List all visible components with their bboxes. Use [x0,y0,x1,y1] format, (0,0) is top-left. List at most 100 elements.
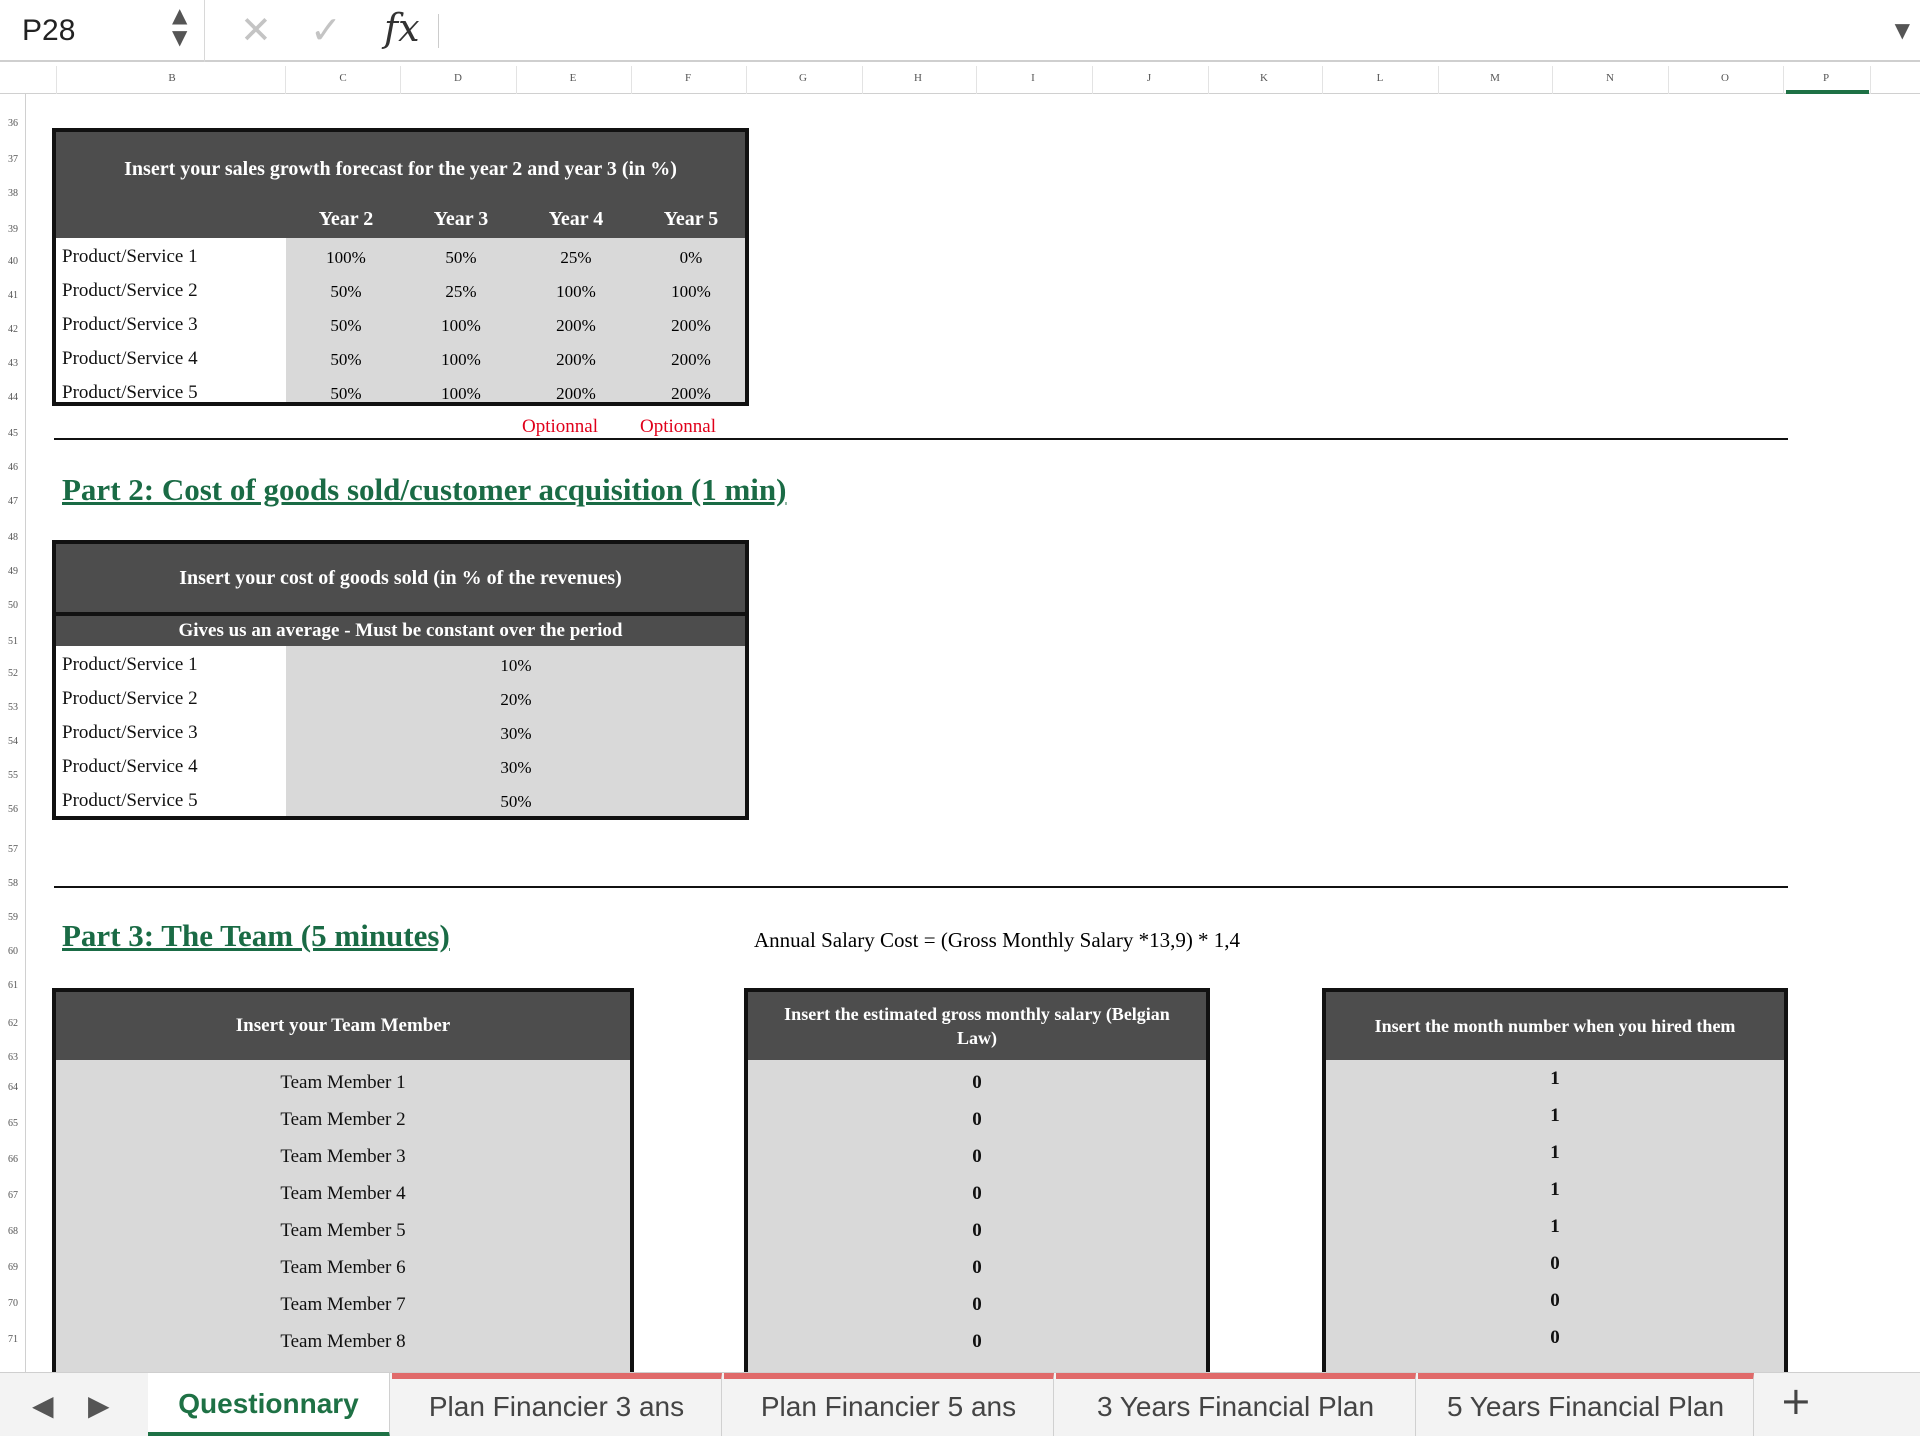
cell-reference[interactable]: P28 [22,14,75,48]
growth-value[interactable]: 0% [641,248,741,268]
salary-value[interactable]: 0 [748,1331,1206,1353]
column-label[interactable]: E [553,72,593,84]
team-member-name[interactable]: Team Member 2 [56,1109,630,1131]
row-number[interactable]: 36 [0,118,26,129]
growth-value[interactable]: 50% [296,384,396,404]
column-label[interactable]: D [438,72,478,84]
row-number[interactable]: 59 [0,912,26,923]
name-box-stepper-icon[interactable]: ▲ ▼ [172,4,187,48]
row-number[interactable]: 44 [0,392,26,403]
row-number[interactable]: 58 [0,878,26,889]
team-member-name[interactable]: Team Member 8 [56,1331,630,1353]
row-number[interactable]: 55 [0,770,26,781]
row-number[interactable]: 37 [0,154,26,165]
add-sheet-icon[interactable]: + [1780,1379,1812,1423]
row-number[interactable]: 46 [0,462,26,473]
next-sheet-icon[interactable]: ▶ [88,1389,110,1422]
team-member-name[interactable]: Team Member 4 [56,1183,630,1205]
hire-month-value[interactable]: 1 [1326,1216,1784,1238]
column-label[interactable]: C [323,72,363,84]
team-member-name[interactable]: Team Member 1 [56,1072,630,1094]
growth-value[interactable]: 100% [411,316,511,336]
salary-value[interactable]: 0 [748,1109,1206,1131]
row-number[interactable]: 39 [0,224,26,235]
row-number[interactable]: 57 [0,844,26,855]
hire-month-value[interactable]: 1 [1326,1105,1784,1127]
growth-value[interactable]: 200% [641,316,741,336]
column-label[interactable]: F [668,72,708,84]
column-label[interactable]: P [1806,72,1846,84]
name-box[interactable]: P28 ▲ ▼ [0,0,205,62]
column-label[interactable]: K [1244,72,1284,84]
growth-value[interactable]: 100% [411,384,511,404]
hire-month-value[interactable]: 0 [1326,1253,1784,1275]
growth-value[interactable]: 200% [526,316,626,336]
growth-value[interactable]: 200% [526,384,626,404]
confirm-icon[interactable]: ✓ [310,8,342,52]
hire-month-value[interactable]: 0 [1326,1290,1784,1312]
growth-value[interactable]: 100% [641,282,741,302]
growth-value[interactable]: 50% [411,248,511,268]
row-number[interactable]: 51 [0,636,26,647]
team-member-name[interactable]: Team Member 7 [56,1294,630,1316]
column-label[interactable]: B [152,72,192,84]
salary-value[interactable]: 0 [748,1072,1206,1094]
row-number[interactable]: 60 [0,946,26,957]
tab-plan-financier-5-ans[interactable]: Plan Financier 5 ans [724,1373,1054,1436]
row-number[interactable]: 38 [0,188,26,199]
growth-value[interactable]: 100% [296,248,396,268]
growth-value[interactable]: 200% [641,384,741,404]
hire-month-value[interactable]: 1 [1326,1179,1784,1201]
function-icon[interactable]: fx [384,6,420,50]
team-member-name[interactable]: Team Member 5 [56,1220,630,1242]
growth-value[interactable]: 100% [526,282,626,302]
row-number[interactable]: 61 [0,980,26,991]
growth-value[interactable]: 100% [411,350,511,370]
growth-value[interactable]: 50% [296,282,396,302]
row-number[interactable]: 64 [0,1082,26,1093]
row-number[interactable]: 68 [0,1226,26,1237]
column-label[interactable]: I [1013,72,1053,84]
row-number[interactable]: 50 [0,600,26,611]
growth-value[interactable]: 50% [296,316,396,336]
salary-value[interactable]: 0 [748,1220,1206,1242]
row-number[interactable]: 54 [0,736,26,747]
salary-value[interactable]: 0 [748,1183,1206,1205]
row-number[interactable]: 56 [0,804,26,815]
previous-sheet-icon[interactable]: ◀ [32,1389,54,1422]
team-member-name[interactable]: Team Member 6 [56,1257,630,1279]
row-number[interactable]: 42 [0,324,26,335]
cogs-value[interactable]: 30% [466,758,566,778]
row-number[interactable]: 66 [0,1154,26,1165]
hire-month-value[interactable]: 1 [1326,1068,1784,1090]
growth-value[interactable]: 25% [526,248,626,268]
row-number[interactable]: 53 [0,702,26,713]
cancel-icon[interactable]: ✕ [240,8,272,52]
column-label[interactable]: G [783,72,823,84]
column-label[interactable]: J [1129,72,1169,84]
row-number[interactable]: 45 [0,428,26,439]
hire-month-value[interactable]: 1 [1326,1142,1784,1164]
row-number[interactable]: 49 [0,566,26,577]
tab-5-years-financial-plan[interactable]: 5 Years Financial Plan [1418,1373,1754,1436]
tab-questionnary[interactable]: Questionnary [148,1373,390,1436]
row-number[interactable]: 67 [0,1190,26,1201]
column-label[interactable]: N [1590,72,1630,84]
growth-value[interactable]: 50% [296,350,396,370]
cogs-value[interactable]: 30% [466,724,566,744]
column-label[interactable]: O [1705,72,1745,84]
salary-value[interactable]: 0 [748,1294,1206,1316]
cogs-value[interactable]: 50% [466,792,566,812]
chevron-down-icon[interactable]: ▼ [1895,18,1910,42]
row-number[interactable]: 65 [0,1118,26,1129]
column-label[interactable]: L [1360,72,1400,84]
tab-plan-financier-3-ans[interactable]: Plan Financier 3 ans [392,1373,722,1436]
row-number[interactable]: 48 [0,532,26,543]
cogs-value[interactable]: 20% [466,690,566,710]
row-number[interactable]: 70 [0,1298,26,1309]
row-number[interactable]: 71 [0,1334,26,1345]
row-number[interactable]: 69 [0,1262,26,1273]
hire-month-value[interactable]: 0 [1326,1327,1784,1349]
growth-value[interactable]: 200% [526,350,626,370]
row-number[interactable]: 62 [0,1018,26,1029]
